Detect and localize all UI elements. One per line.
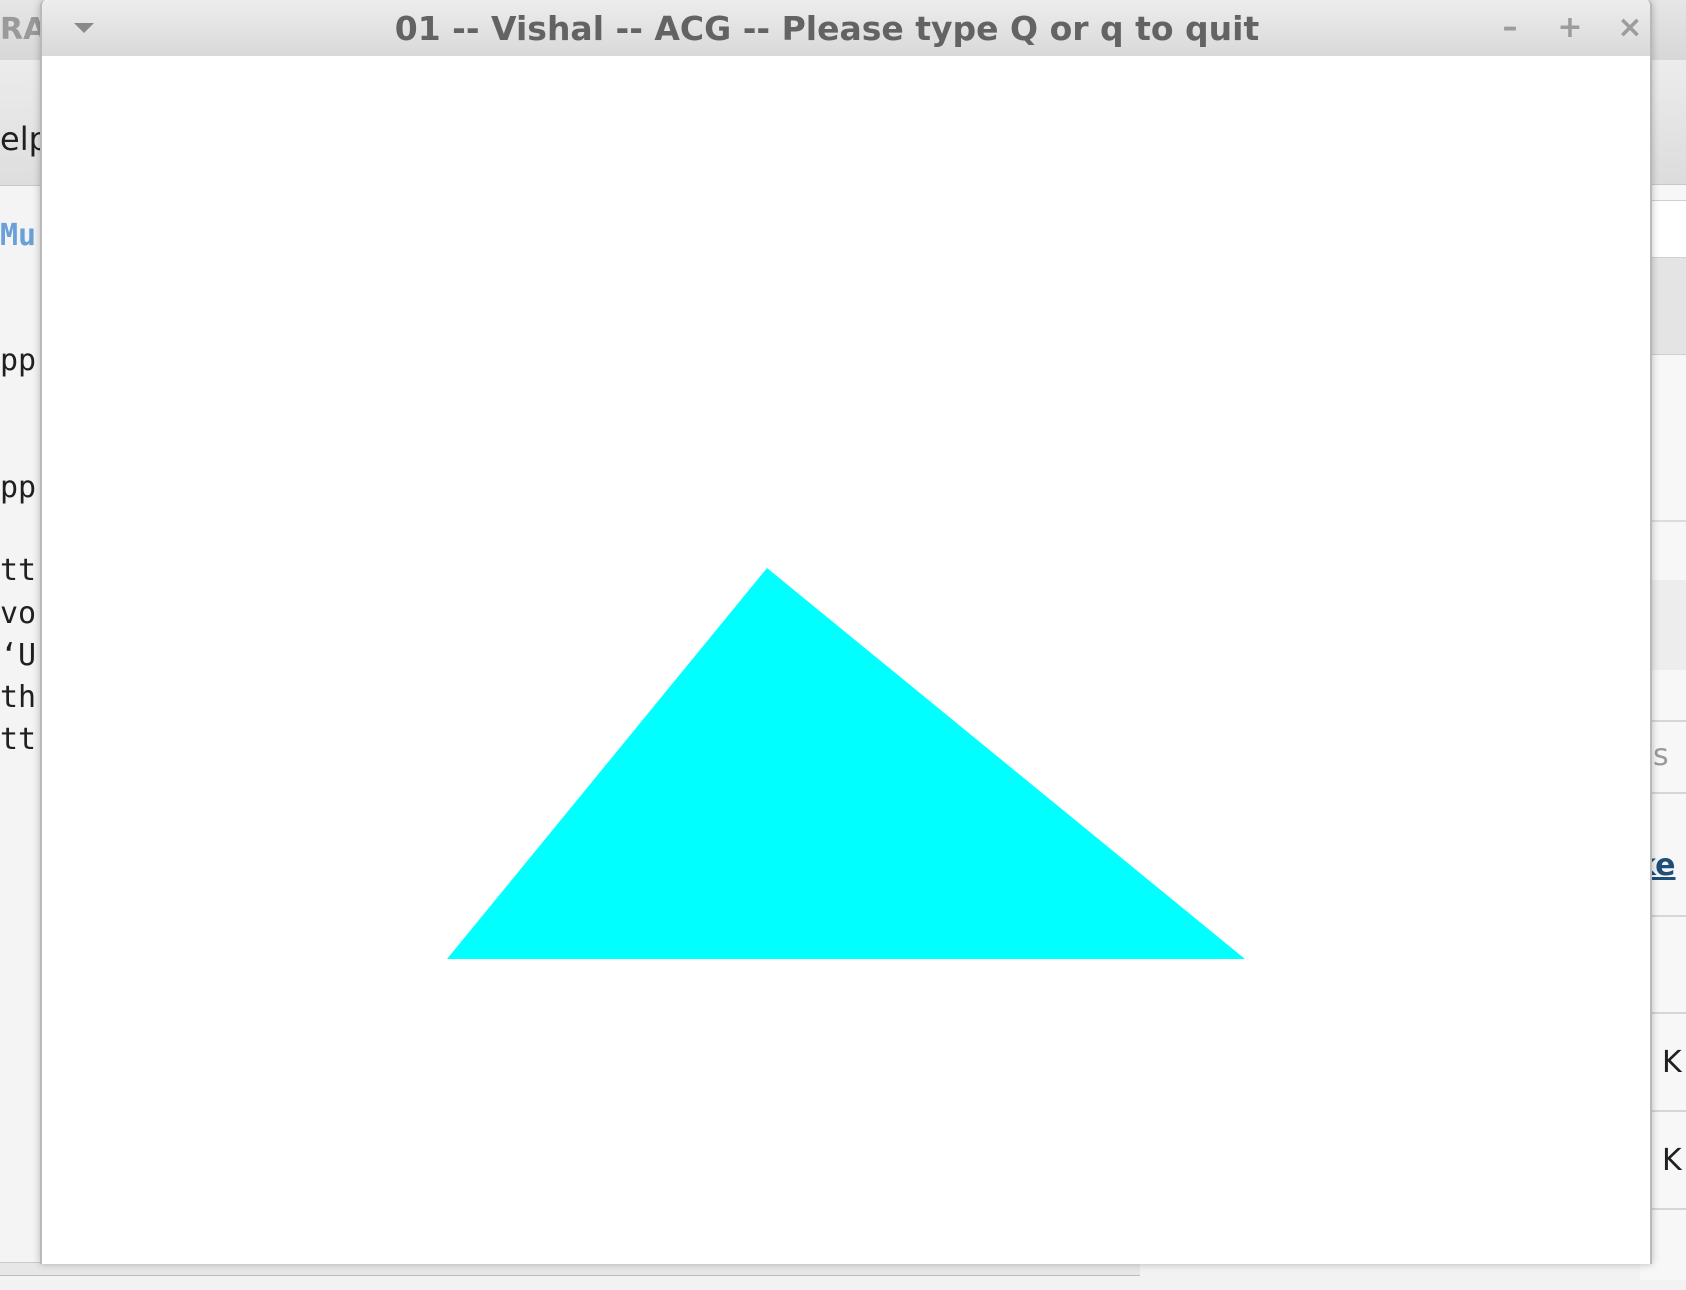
opengl-window[interactable]: 01 -- Vishal -- ACG -- Please type Q or … xyxy=(40,0,1652,1264)
close-icon: × xyxy=(1617,10,1643,45)
background-text-fragment: ‘U xyxy=(0,638,37,673)
minimize-icon: – xyxy=(1502,10,1518,45)
background-text-fragment: pp xyxy=(0,343,37,378)
minimize-button[interactable]: – xyxy=(1490,8,1530,48)
window-title: 01 -- Vishal -- ACG -- Please type Q or … xyxy=(394,9,1260,48)
background-text-fragment: tt xyxy=(0,553,37,588)
desktop: RA elp Mu pp pp tt vo ‘U th tt ns ke K K xyxy=(0,0,1686,1290)
window-titlebar[interactable]: 01 -- Vishal -- ACG -- Please type Q or … xyxy=(42,0,1650,57)
background-window-edge xyxy=(0,1262,1140,1276)
render-canvas[interactable] xyxy=(42,56,1650,1264)
maximize-button[interactable]: + xyxy=(1550,8,1590,48)
background-text-fragment: pp xyxy=(0,470,37,505)
background-text-fragment: Mu xyxy=(0,218,37,253)
background-text-fragment: K xyxy=(1662,1143,1682,1178)
background-text-fragment: K xyxy=(1662,1045,1682,1080)
close-button[interactable]: × xyxy=(1610,8,1650,48)
background-text-fragment: th xyxy=(0,680,37,715)
maximize-icon: + xyxy=(1557,10,1583,45)
render-surface xyxy=(42,56,1650,1264)
background-text-fragment: vo xyxy=(0,596,37,631)
background-text-fragment: tt xyxy=(0,722,37,757)
